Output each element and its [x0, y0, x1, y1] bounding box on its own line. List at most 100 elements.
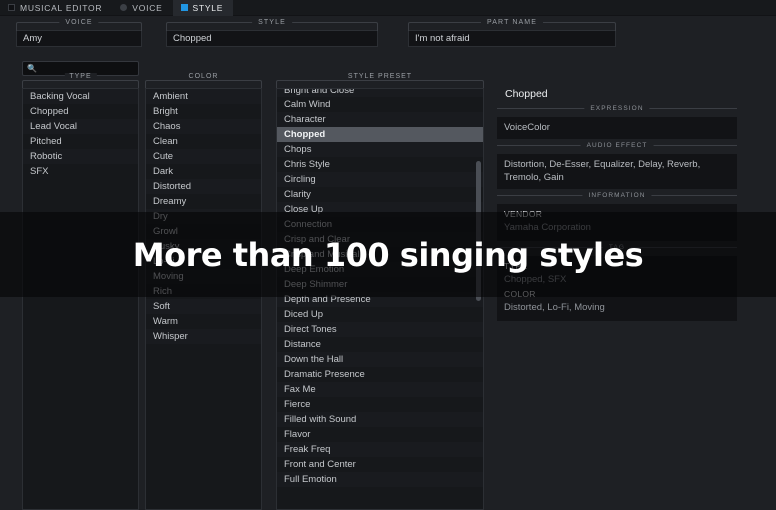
- tab-voice[interactable]: VOICE: [112, 0, 172, 16]
- list-item[interactable]: Flavor: [277, 427, 483, 442]
- list-item[interactable]: SFX: [23, 164, 138, 179]
- search-icon: 🔍: [27, 63, 37, 73]
- list-item[interactable]: Close Up: [277, 202, 483, 217]
- list-item[interactable]: Distorted: [146, 179, 261, 194]
- tab-label: MUSICAL EDITOR: [20, 2, 103, 13]
- square-filled-icon: [180, 4, 188, 11]
- voice-field-legend-line: VOICE: [16, 19, 142, 31]
- color-list-caption: COLOR: [183, 73, 224, 80]
- tag-type-key: TYPE: [504, 261, 528, 271]
- style-field[interactable]: Chopped: [166, 30, 378, 47]
- vendor-value: Yamaha Corporation: [504, 222, 591, 233]
- list-item[interactable]: Growl: [146, 224, 261, 239]
- style-field-group: STYLE Chopped: [166, 19, 378, 47]
- list-item[interactable]: Calm Wind: [277, 97, 483, 112]
- tag-type-entry: TYPE Chopped, SFX: [504, 260, 730, 286]
- voice-field-legend: VOICE: [59, 19, 99, 26]
- color-list[interactable]: Ambient Bright Chaos Clean Cute Dark Distorted…: [145, 88, 262, 510]
- tag-color-entry: COLOR Distorted, Lo-Fi, Moving: [504, 288, 730, 314]
- list-item[interactable]: Crisp and Clear: [277, 232, 483, 247]
- part-name-field-legend-line: PART NAME: [408, 19, 616, 31]
- list-item[interactable]: Diced Up: [277, 307, 483, 322]
- list-item[interactable]: Whisper: [146, 329, 261, 344]
- list-item[interactable]: Down the Hall: [277, 352, 483, 367]
- top-tab-bar: MUSICAL EDITOR VOICE STYLE: [0, 0, 776, 16]
- list-item[interactable]: Dramatic Presence: [277, 367, 483, 382]
- tag-color-key: COLOR: [504, 289, 536, 299]
- style-field-legend-line: STYLE: [166, 19, 378, 31]
- style-preset-scrollbar[interactable]: [476, 89, 481, 509]
- list-item[interactable]: Freak Freq: [277, 442, 483, 457]
- list-item[interactable]: Lead Vocal: [23, 119, 138, 134]
- list-item[interactable]: Crisp and Musical: [277, 247, 483, 262]
- tab-musical-editor[interactable]: MUSICAL EDITOR: [0, 0, 112, 16]
- style-field-legend: STYLE: [252, 19, 292, 26]
- part-name-field[interactable]: I'm not afraid: [408, 30, 616, 47]
- list-item[interactable]: Backing Vocal: [23, 89, 138, 104]
- list-item[interactable]: Direct Tones: [277, 322, 483, 337]
- list-item[interactable]: Front and Center: [277, 457, 483, 472]
- list-item[interactable]: Circling: [277, 172, 483, 187]
- part-name-field-legend: PART NAME: [481, 19, 543, 26]
- list-item[interactable]: Husky: [146, 239, 261, 254]
- list-item[interactable]: Dark: [146, 164, 261, 179]
- list-item[interactable]: Clean: [146, 134, 261, 149]
- type-list-caption: TYPE: [64, 73, 97, 80]
- tab-label: VOICE: [132, 2, 163, 13]
- list-item[interactable]: Chopped: [277, 127, 483, 142]
- list-item[interactable]: Chris Style: [277, 157, 483, 172]
- style-preset-scroll-thumb[interactable]: [476, 161, 481, 301]
- style-field-value: Chopped: [173, 33, 212, 44]
- audio-effect-section-body: Distortion, De-Esser, Equalizer, Delay, …: [497, 154, 737, 189]
- list-item[interactable]: Dry: [146, 209, 261, 224]
- list-item[interactable]: Fierce: [277, 397, 483, 412]
- list-item[interactable]: Pitched: [23, 134, 138, 149]
- list-item[interactable]: Chaos: [146, 119, 261, 134]
- list-item[interactable]: Depth and Presence: [277, 292, 483, 307]
- list-item[interactable]: Ambient: [146, 89, 261, 104]
- list-item[interactable]: Character: [277, 112, 483, 127]
- list-item[interactable]: Warm: [146, 314, 261, 329]
- list-item[interactable]: Fax Me: [277, 382, 483, 397]
- list-item[interactable]: Soft: [146, 299, 261, 314]
- list-item[interactable]: Chopped: [23, 104, 138, 119]
- style-preset-list[interactable]: Bright and Close Calm Wind Character Choppe…: [276, 88, 484, 510]
- list-item[interactable]: Full Emotion: [277, 472, 483, 487]
- list-item[interactable]: Robotic: [23, 149, 138, 164]
- tag-section-body: TYPE Chopped, SFX COLOR Distorted, Lo-Fi…: [497, 256, 737, 321]
- information-section-heading: INFORMATION: [582, 192, 652, 199]
- list-item[interactable]: Bright and Close: [277, 89, 483, 97]
- list-item[interactable]: Connection: [277, 217, 483, 232]
- vendor-key: VENDOR: [504, 209, 543, 219]
- square-icon: [8, 4, 15, 11]
- part-name-field-group: PART NAME I'm not afraid: [408, 19, 616, 47]
- list-item[interactable]: Chops: [277, 142, 483, 157]
- list-item[interactable]: Moving: [146, 269, 261, 284]
- circle-icon: [120, 4, 128, 11]
- expression-section-head: EXPRESSION: [497, 105, 737, 117]
- list-item[interactable]: Distance: [277, 337, 483, 352]
- expression-section: EXPRESSION VoiceColor: [497, 105, 737, 139]
- voice-field-group: VOICE Amy: [16, 19, 142, 47]
- list-item[interactable]: Deep Shimmer: [277, 277, 483, 292]
- list-item[interactable]: Cute: [146, 149, 261, 164]
- list-item[interactable]: Deep Emotion: [277, 262, 483, 277]
- list-item[interactable]: Rich: [146, 284, 261, 299]
- type-list[interactable]: Backing Vocal Chopped Lead Vocal Pitched Rob…: [22, 88, 139, 510]
- expression-section-body: VoiceColor: [497, 117, 737, 139]
- list-item[interactable]: Filled with Sound: [277, 412, 483, 427]
- audio-effect-section-head: AUDIO EFFECT: [497, 142, 737, 154]
- tab-style[interactable]: STYLE: [172, 0, 234, 16]
- voice-field[interactable]: Amy: [16, 30, 142, 47]
- tag-color-value: Distorted, Lo-Fi, Moving: [504, 302, 605, 313]
- information-section: INFORMATION VENDOR Yamaha Corporation: [497, 192, 737, 241]
- color-list-panel: ▲COLOR AmbientBrightChaosCleanCuteDarkDi…: [145, 73, 262, 510]
- information-section-body: VENDOR Yamaha Corporation: [497, 204, 737, 241]
- list-item[interactable]: Lo-Fi: [146, 254, 261, 269]
- expression-section-heading: EXPRESSION: [584, 105, 650, 112]
- type-list-panel: ▲TYPE Backing VocalChoppedLead VocalPitc…: [22, 73, 139, 510]
- preset-detail-panel: Chopped EXPRESSION VoiceColor AUDIO EFFE…: [497, 84, 737, 327]
- list-item[interactable]: Bright: [146, 104, 261, 119]
- list-item[interactable]: Clarity: [277, 187, 483, 202]
- list-item[interactable]: Dreamy: [146, 194, 261, 209]
